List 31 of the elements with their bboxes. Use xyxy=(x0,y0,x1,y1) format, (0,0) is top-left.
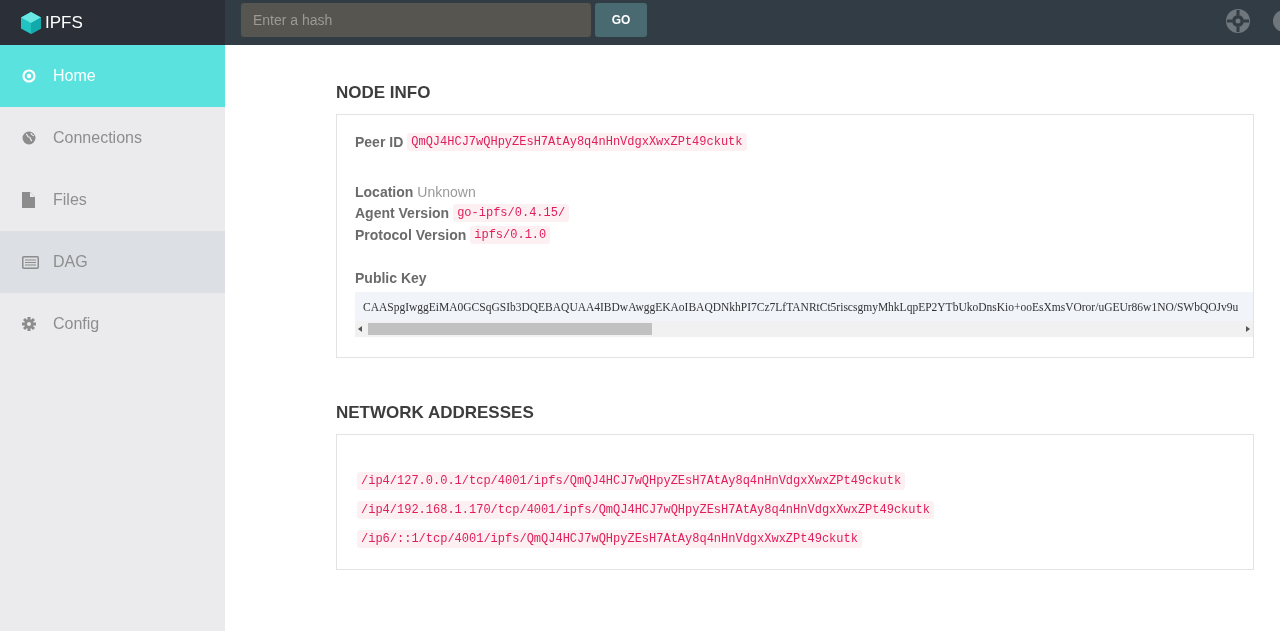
nav-item[interactable]: Connections xyxy=(0,107,225,169)
nav-item[interactable]: Files xyxy=(0,169,225,231)
globe-icon xyxy=(22,131,36,145)
field-label: Agent Version xyxy=(355,205,450,221)
list-icon xyxy=(22,255,39,269)
settings-icon xyxy=(22,317,36,331)
section-heading: NODE INFO xyxy=(336,83,432,103)
cube-logo-icon xyxy=(20,10,42,35)
network-address: /ip6/::1/tcp/4001/ipfs/QmQJ4HCJ7wQHpyZEsH7AtAy8q4nHnVdgxXwxZPt49ckutk xyxy=(357,530,862,548)
field-label: Location xyxy=(355,184,414,200)
nav-item[interactable]: DAG xyxy=(0,231,225,293)
logo-text: IPFS xyxy=(45,12,83,33)
lifebuoy-icon[interactable] xyxy=(1226,9,1250,33)
field-value: ipfs/0.1.0 xyxy=(470,226,551,244)
file-icon xyxy=(22,192,35,208)
hash-search-field[interactable]: Enter a hash xyxy=(241,3,591,37)
nav-item[interactable]: Config xyxy=(0,293,225,355)
field-label: Protocol Version xyxy=(355,227,467,243)
field-label: Public Key xyxy=(355,270,427,286)
field-label: Peer ID xyxy=(355,134,404,150)
network-address: /ip4/127.0.0.1/tcp/4001/ipfs/QmQJ4HCJ7wQHpyZEsH7AtAy8q4nHnVdgxXwxZPt49ckutk xyxy=(357,472,906,490)
public-key-text: CAASpgIwggEiMA0GCSqGSIb3DQEBAQUAA4IBDwAwggEKAoIBAQDNkhPI7Cz7LfTANRtCt5riscsgmyMhkLqpEP2YTbUkoDnsKio+ooEsXmsVOror/uGEUr86w1NO/SWbQOJv9u xyxy=(362,300,1240,316)
scrollbar-thumb[interactable] xyxy=(368,323,652,335)
field-value: Unknown xyxy=(417,184,476,200)
go-button[interactable]: GO xyxy=(595,3,647,37)
network-address: /ip4/192.168.1.170/tcp/4001/ipfs/QmQJ4HCJ7wQHpyZEsH7AtAy8q4nHnVdgxXwxZPt49ckutk xyxy=(357,501,934,519)
nav-item[interactable]: Home xyxy=(0,45,225,107)
field-value: QmQJ4HCJ7wQHpyZEsH7AtAy8q4nHnVdgxXwxZPt49ckutk xyxy=(407,133,747,151)
section-heading: NETWORK ADDRESSES xyxy=(336,403,535,423)
field-value: go-ipfs/0.4.15/ xyxy=(453,204,570,222)
target-icon xyxy=(22,69,36,83)
